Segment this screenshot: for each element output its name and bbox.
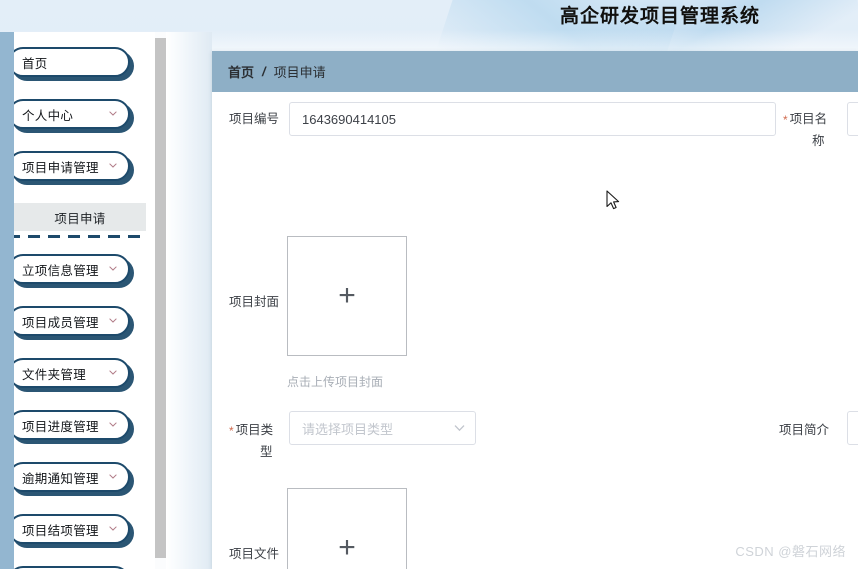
breadcrumb: 首页 / 项目申请 bbox=[212, 51, 858, 92]
sidebar-scrollbar-thumb[interactable] bbox=[155, 38, 166, 558]
sidebar-item-2[interactable]: 项目申请管理 bbox=[8, 151, 130, 181]
chevron-down-icon bbox=[109, 111, 117, 116]
sidebar-item-label: 首页 bbox=[22, 56, 48, 71]
plus-icon: + bbox=[338, 279, 356, 312]
sidebar-item-label: 文件夹管理 bbox=[22, 367, 87, 382]
page-title: 高企研发项目管理系统 bbox=[560, 5, 761, 27]
content-gutter bbox=[166, 32, 212, 569]
plus-icon: + bbox=[338, 531, 356, 564]
chevron-down-icon bbox=[109, 266, 117, 271]
breadcrumb-item-home[interactable]: 首页 bbox=[228, 62, 254, 81]
chevron-down-icon bbox=[454, 424, 465, 432]
project-cover-upload-box[interactable]: + bbox=[287, 236, 407, 356]
project-name-label-line2: 称 bbox=[812, 134, 825, 148]
project-application-form: 项目编号 *项目名 称 项目封面 + 点击上传项目封面 *项目类 型 请选择项目… bbox=[212, 92, 858, 569]
chevron-down-icon bbox=[109, 370, 117, 375]
project-type-select-placeholder: 请选择项目类型 bbox=[302, 421, 394, 437]
sidebar-left-edge bbox=[0, 32, 14, 569]
project-file-label: 项目文件 bbox=[229, 547, 280, 561]
sidebar-item-label: 项目结项管理 bbox=[22, 523, 99, 538]
project-no-input[interactable] bbox=[289, 102, 776, 136]
breadcrumb-item-current: 项目申请 bbox=[273, 65, 326, 80]
sidebar-item-label: 项目进度管理 bbox=[22, 419, 99, 434]
project-name-input[interactable] bbox=[847, 102, 858, 136]
sidebar-subitem-3[interactable]: 项目申请 bbox=[14, 203, 146, 231]
project-type-label: * 项目类 bbox=[229, 420, 273, 441]
main-content-card: 首页 / 项目申请 项目编号 *项目名 称 项目封面 + 点击上传项目封面 *项… bbox=[212, 51, 858, 569]
sidebar-item-label: 项目申请管理 bbox=[22, 160, 99, 175]
chevron-down-icon bbox=[109, 318, 117, 323]
site-header: 高企研发项目管理系统 bbox=[0, 0, 858, 32]
sidebar-item-6[interactable]: 文件夹管理 bbox=[8, 358, 130, 388]
project-type-label-line2: 型 bbox=[260, 445, 273, 459]
required-asterisk-project-name: * bbox=[783, 113, 788, 127]
project-intro-input[interactable] bbox=[847, 411, 858, 445]
sidebar-item-1[interactable]: 个人中心 bbox=[8, 99, 130, 129]
sidebar-item-label: 个人中心 bbox=[22, 108, 74, 123]
sidebar: 首页个人中心项目申请管理项目申请立项信息管理 项目成员管理 文件夹管理项目进度管理逾… bbox=[0, 32, 155, 569]
sidebar-item-5[interactable]: 项目成员管理 bbox=[8, 306, 130, 336]
breadcrumb-separator: / bbox=[262, 64, 266, 79]
watermark: CSDN @磐石网络 bbox=[735, 544, 846, 559]
project-intro-label: 项目简介 bbox=[779, 423, 830, 437]
sidebar-item-4[interactable]: 立项信息管理 bbox=[8, 254, 130, 284]
project-file-upload-box[interactable]: + bbox=[287, 488, 407, 569]
chevron-down-icon bbox=[109, 422, 117, 427]
required-asterisk-project-type: * bbox=[229, 424, 234, 438]
chevron-down-icon bbox=[109, 474, 117, 479]
sidebar-item-8[interactable]: 逾期通知管理 bbox=[8, 462, 130, 492]
project-cover-upload-hint: 点击上传项目封面 bbox=[287, 375, 384, 389]
sidebar-item-7[interactable]: 项目进度管理 bbox=[8, 410, 130, 440]
sidebar-submenu-divider bbox=[8, 235, 148, 238]
sidebar-item-label: 立项信息管理 bbox=[22, 263, 99, 278]
project-name-label-line1: 项目名 bbox=[789, 112, 828, 126]
sidebar-item-0[interactable]: 首页 bbox=[8, 47, 130, 77]
sidebar-item-9[interactable]: 项目结项管理 bbox=[8, 514, 130, 544]
chevron-down-icon bbox=[109, 163, 117, 168]
project-type-label-line1: 项目类 bbox=[235, 423, 274, 437]
chevron-down-icon bbox=[109, 526, 117, 531]
project-type-select[interactable]: 请选择项目类型 bbox=[289, 411, 476, 445]
project-name-label: * 项目名 bbox=[783, 109, 827, 130]
project-no-label: 项目编号 bbox=[229, 112, 280, 126]
project-cover-label: 项目封面 bbox=[229, 295, 280, 309]
sidebar-subitem-label: 项目申请 bbox=[54, 211, 106, 226]
sidebar-item-label: 项目成员管理 bbox=[22, 315, 99, 330]
sidebar-item-label: 逾期通知管理 bbox=[22, 471, 99, 486]
